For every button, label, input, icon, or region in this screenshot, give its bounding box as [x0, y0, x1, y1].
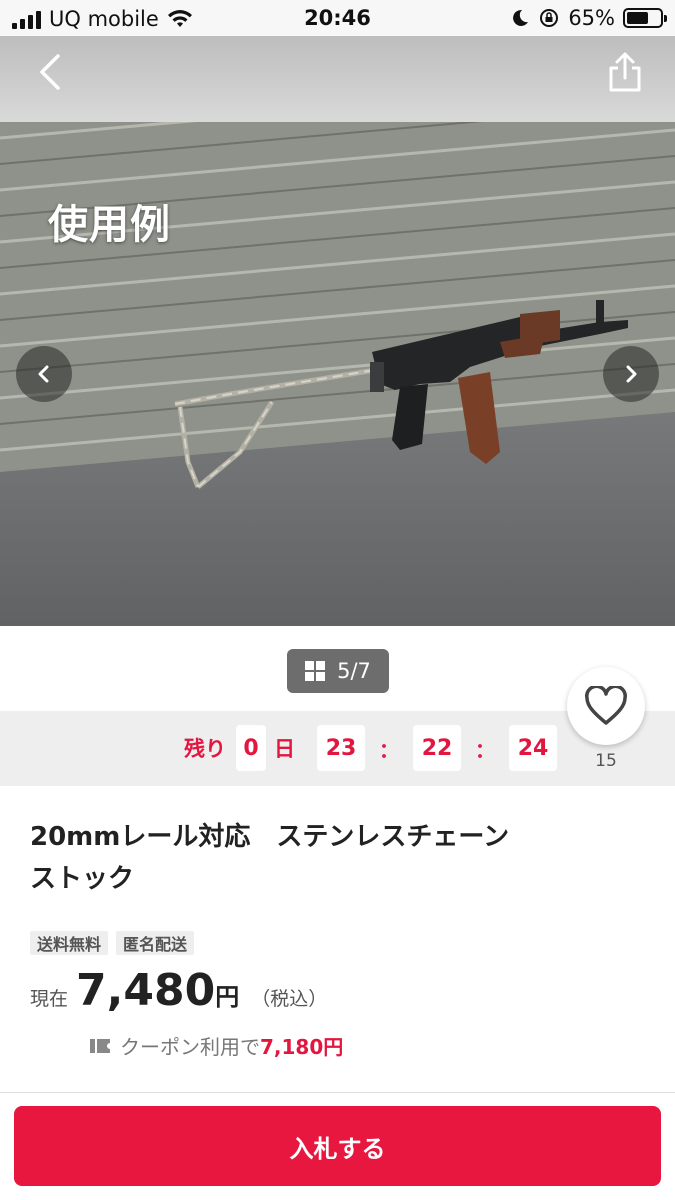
previous-photo-button[interactable] [16, 346, 72, 402]
grid-icon [305, 661, 326, 681]
coupon-info[interactable]: クーポン利用で 7,180円 [88, 1031, 343, 1060]
photo-counter-label: 5/7 [337, 659, 371, 683]
chevron-left-icon [38, 365, 49, 383]
shipping-tags: 送料無料 匿名配送 [30, 931, 195, 955]
free-shipping-tag: 送料無料 [30, 931, 109, 955]
coupon-price: 7,180円 [260, 1035, 344, 1059]
rotation-lock-icon [540, 9, 559, 27]
item-title-line1: 20mmレール対応 ステンレスチェーン [30, 822, 510, 852]
coupon-icon [90, 1038, 110, 1053]
price-label: 現在 [30, 988, 69, 1010]
tax-note: （税込） [251, 988, 328, 1010]
status-bar: UQ mobile 20:46 65% [0, 0, 675, 36]
countdown-days: 0 [236, 725, 266, 771]
share-icon[interactable] [605, 50, 645, 94]
countdown-prefix: 残り [184, 737, 226, 761]
anonymous-shipping-tag: 匿名配送 [116, 931, 195, 955]
countdown-hours: 23 [317, 725, 365, 771]
price-unit: 円 [215, 983, 240, 1011]
favorite-count: 15 [595, 751, 617, 771]
countdown-separator: ： [475, 737, 495, 762]
countdown-seconds: 24 [509, 725, 557, 771]
product-photo[interactable]: 使用例 [0, 122, 675, 626]
bid-button[interactable]: 入札する [14, 1106, 661, 1186]
divider [0, 1092, 675, 1093]
item-title: 20mmレール対応 ステンレスチェーン ストック [30, 816, 630, 900]
nav-header [0, 36, 675, 122]
chevron-right-icon [626, 365, 637, 383]
price-row: 現在 7,480 円 （税込） [30, 965, 327, 1016]
heart-icon [585, 686, 627, 725]
do-not-disturb-moon-icon [513, 9, 529, 26]
current-price: 7,480 [76, 965, 216, 1016]
back-chevron-icon[interactable] [30, 50, 70, 94]
coupon-text: クーポン利用で [120, 1035, 260, 1059]
countdown-days-unit: 日 [274, 737, 295, 761]
countdown-separator: ： [379, 737, 399, 762]
favorite-button[interactable] [567, 667, 645, 745]
battery-icon [623, 8, 667, 28]
countdown-minutes: 22 [413, 725, 461, 771]
photo-caption: 使用例 [48, 202, 171, 248]
battery-percentage: 65% [568, 6, 615, 30]
photo-counter-button[interactable]: 5/7 [287, 649, 389, 693]
item-title-line2: ストック [30, 864, 135, 894]
next-photo-button[interactable] [603, 346, 659, 402]
